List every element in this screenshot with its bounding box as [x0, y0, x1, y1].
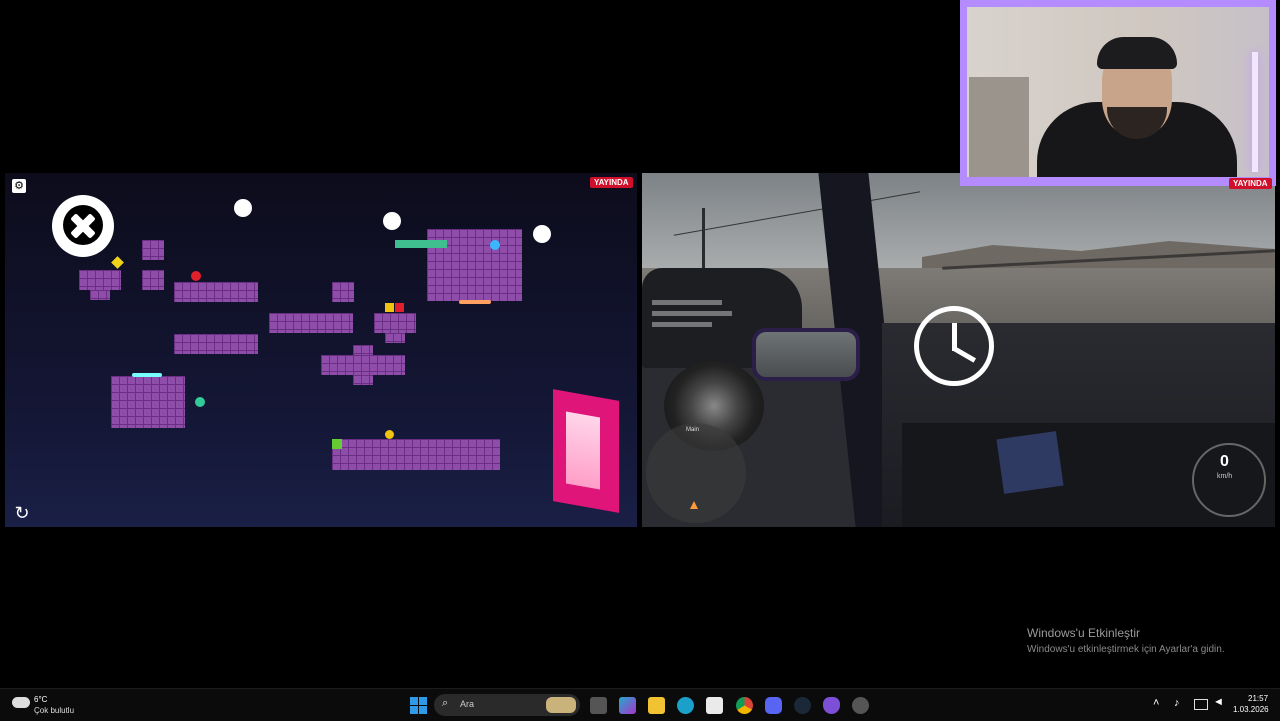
speed-unit: km/h	[1217, 473, 1233, 480]
block	[269, 313, 353, 333]
task-view-icon[interactable]	[590, 697, 607, 714]
light-bar	[1252, 52, 1258, 172]
webcam-feed	[967, 7, 1269, 177]
block	[90, 290, 110, 300]
side-mirror	[752, 328, 860, 381]
search-box[interactable]: ⌕ Ara	[434, 694, 580, 716]
gear-icon[interactable]: ⚙	[12, 179, 26, 193]
activation-watermark: Windows'u Etkinleştir Windows'u etkinleş…	[1027, 626, 1225, 655]
search-highlight-icon	[546, 697, 576, 713]
cyan-pad	[132, 373, 162, 377]
yellow-ball	[385, 430, 394, 439]
block	[321, 355, 405, 375]
block	[142, 240, 164, 260]
steam-icon[interactable]	[794, 697, 811, 714]
yellow-diamond	[111, 256, 124, 269]
green-ball	[195, 397, 205, 407]
block	[174, 334, 258, 354]
block	[79, 270, 121, 290]
weather-desc: Çok bulutlu	[34, 706, 75, 715]
white-ball	[234, 199, 252, 217]
undo-icon[interactable]: ↻	[12, 503, 32, 523]
block	[374, 313, 416, 333]
blue-cloth	[996, 431, 1064, 494]
speedometer: 0 km/h	[1192, 443, 1266, 517]
block	[174, 282, 258, 302]
block	[332, 439, 500, 470]
speaker-icon[interactable]: ◄	[1213, 696, 1224, 708]
red-ball	[191, 271, 201, 281]
person-cap	[1097, 37, 1177, 69]
block	[385, 333, 405, 343]
blue-ball	[490, 240, 500, 250]
start-button[interactable]	[410, 697, 427, 714]
webcam-overlay	[960, 0, 1276, 186]
app-purple-icon[interactable]	[823, 697, 840, 714]
puzzle-game-panel[interactable]: ⚙ YAYINDA ↻	[5, 173, 637, 527]
green-platform	[395, 240, 447, 248]
clock-date[interactable]: 1.03.2026	[1233, 705, 1269, 714]
file-explorer-icon[interactable]	[648, 697, 665, 714]
green-tile	[332, 439, 342, 449]
block	[353, 375, 373, 385]
minimap[interactable]: Main	[646, 423, 746, 523]
m365-icon[interactable]	[619, 697, 636, 714]
clock-time[interactable]: 21:57	[1248, 694, 1268, 703]
block	[111, 376, 185, 428]
tray-chevron-up-icon[interactable]: ˄	[1153, 697, 1159, 709]
block	[332, 282, 354, 302]
search-placeholder: Ara	[460, 699, 475, 709]
microphone-icon[interactable]: ♪	[1174, 697, 1180, 709]
white-ball	[533, 225, 551, 243]
weather-temp: 6°C	[34, 695, 48, 704]
network-icon[interactable]	[1194, 699, 1208, 710]
orange-pad	[459, 300, 491, 304]
weather-widget[interactable]: 6°C Çok bulutlu	[10, 693, 100, 717]
search-icon: ⌕	[442, 697, 449, 709]
edge-icon[interactable]	[677, 697, 694, 714]
discord-icon[interactable]	[765, 697, 782, 714]
chat-overlay	[652, 298, 742, 338]
player-marker-icon	[690, 501, 698, 509]
red-tile	[395, 303, 404, 312]
minimap-label: Main	[686, 427, 700, 433]
live-badge: YAYINDA	[590, 177, 633, 188]
yellow-tile	[385, 303, 394, 312]
clock-icon[interactable]	[914, 306, 994, 386]
watermark-subtitle: Windows'u etkinleştirmek için Ayarlar'a …	[1027, 644, 1225, 655]
live-badge: YAYINDA	[1229, 178, 1272, 189]
app-gear-icon[interactable]	[852, 697, 869, 714]
power-pole	[702, 208, 705, 268]
cloud-icon	[12, 697, 30, 708]
watermark-title: Windows'u Etkinleştir	[1027, 626, 1140, 640]
store-icon[interactable]	[706, 697, 723, 714]
chrome-icon[interactable]	[736, 697, 753, 714]
exit-portal	[553, 389, 619, 513]
block	[142, 270, 164, 290]
speed-value: 0	[1220, 453, 1229, 470]
close-icon[interactable]	[52, 195, 114, 257]
shelf	[969, 77, 1029, 177]
driving-game-panel[interactable]: Main 0 km/h	[642, 173, 1275, 527]
white-ball	[383, 212, 401, 230]
taskbar: 6°C Çok bulutlu ⌕ Ara ˄ ♪ ◄ 21:57 1.03.2…	[0, 688, 1280, 721]
